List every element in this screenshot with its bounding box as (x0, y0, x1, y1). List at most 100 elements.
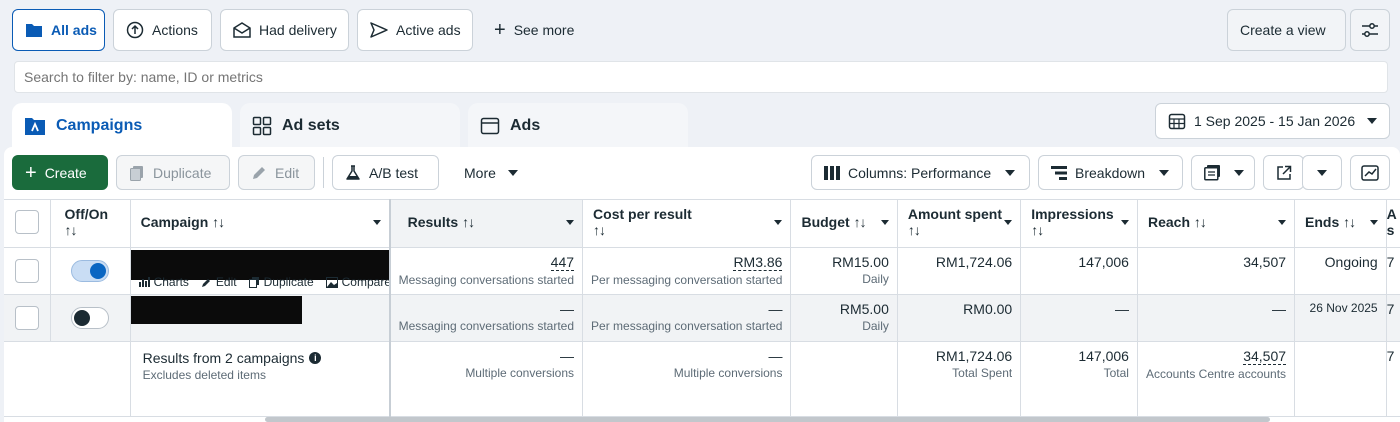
calendar-icon (1168, 113, 1186, 130)
campaign-folder-icon (25, 118, 45, 135)
caret-down-icon (1317, 169, 1327, 176)
toolbar-divider (323, 157, 324, 188)
campaign-toggle[interactable] (71, 260, 110, 282)
table-row[interactable]: Charts Edit Duplicate Compare ··· 447 Me… (4, 247, 1400, 295)
column-menu-icon[interactable] (1120, 220, 1129, 225)
see-more-button[interactable]: + See more (482, 9, 592, 51)
sort-icon: ↑↓ (1031, 222, 1044, 238)
tab-campaigns[interactable]: Campaigns (12, 103, 232, 149)
upload-circle-icon (126, 21, 144, 39)
column-menu-icon[interactable] (1369, 220, 1378, 225)
column-header-impressions[interactable]: Impressions ↑↓ (1020, 199, 1138, 248)
table-header-row: Off/On ↑↓ Campaign ↑↓ Results ↑↓ Cost pe… (4, 199, 1400, 248)
sort-icon: ↑↓ (593, 222, 606, 238)
send-icon (370, 22, 388, 38)
edit-action[interactable]: Edit (201, 275, 237, 289)
ends-value: 26 Nov 2025 (1294, 294, 1387, 342)
tab-ad-sets[interactable]: Ad sets (240, 103, 460, 149)
breakdown-icon (1051, 165, 1067, 180)
sort-icon: ↑↓ (853, 214, 867, 230)
column-header-cost-per-result[interactable]: Cost per result ↑↓ (582, 199, 792, 248)
row-actions: Charts Edit Duplicate Compare ··· (138, 275, 389, 289)
amount-spent-value: RM0.00 (897, 294, 1022, 342)
compare-action[interactable]: Compare (325, 275, 389, 289)
search-input[interactable] (14, 61, 1388, 93)
create-view-button[interactable]: Create a view (1227, 9, 1346, 51)
plus-icon: + (494, 19, 506, 41)
campaign-name-cell: Charts Edit Duplicate Compare ··· (130, 247, 391, 295)
select-all-header (4, 199, 51, 248)
column-menu-icon[interactable] (566, 220, 575, 225)
all-ads-filter[interactable]: All ads (12, 9, 105, 51)
column-header-ends[interactable]: Ends ↑↓ (1294, 199, 1387, 248)
column-menu-icon[interactable] (774, 220, 783, 225)
column-menu-icon[interactable] (372, 220, 381, 225)
column-menu-icon[interactable] (880, 220, 889, 225)
horizontal-scrollbar[interactable] (265, 417, 1270, 422)
row-checkbox[interactable] (14, 306, 39, 330)
edit-button[interactable]: Edit (238, 155, 315, 190)
grid-icon (252, 116, 272, 136)
bar-chart-icon (138, 277, 150, 287)
results-value[interactable]: 447 (550, 254, 575, 271)
column-header-results[interactable]: Results ↑↓ (388, 199, 584, 248)
caret-down-icon (1367, 118, 1378, 124)
copy-icon (130, 165, 143, 181)
duplicate-button[interactable]: Duplicate (116, 155, 230, 190)
active-ads-filter[interactable]: Active ads (357, 9, 473, 51)
view-settings-button[interactable] (1350, 9, 1390, 51)
caret-down-icon (1005, 169, 1016, 176)
flask-icon (346, 164, 360, 180)
ab-test-button[interactable]: A/B test (332, 155, 439, 190)
row-checkbox[interactable] (14, 259, 39, 283)
export-options-dropdown[interactable] (1302, 155, 1342, 190)
sort-icon: ↑↓ (64, 222, 78, 238)
campaign-toggle[interactable] (71, 307, 110, 329)
pencil-icon (253, 166, 265, 179)
breakdown-dropdown[interactable]: Breakdown (1038, 155, 1183, 190)
charts-toggle-button[interactable] (1350, 155, 1390, 190)
column-header-truncated[interactable]: A s (1386, 199, 1400, 248)
had-delivery-filter[interactable]: Had delivery (220, 9, 349, 51)
more-menu[interactable]: More (452, 155, 532, 190)
column-menu-icon[interactable] (1004, 220, 1013, 225)
column-header-campaign[interactable]: Campaign ↑↓ (130, 199, 391, 248)
open-external-icon (1276, 165, 1291, 180)
reports-dropdown[interactable] (1191, 155, 1255, 190)
export-button[interactable] (1263, 155, 1304, 190)
image-compare-icon (325, 276, 338, 288)
caret-down-icon (1234, 169, 1244, 176)
caret-down-icon (507, 169, 518, 176)
impressions-value: — (1020, 294, 1138, 342)
column-header-amount-spent[interactable]: Amount spent ↑↓ (897, 199, 1022, 248)
info-icon[interactable]: i (309, 352, 322, 364)
columns-icon (824, 165, 840, 180)
plus-icon: + (25, 161, 37, 184)
sort-icon: ↑↓ (1343, 214, 1356, 230)
sort-icon: ↑↓ (1193, 214, 1207, 230)
create-button[interactable]: + Create (12, 155, 108, 190)
redacted-campaign-name (130, 296, 302, 324)
campaign-name-cell (130, 294, 391, 342)
column-header-off-on[interactable]: Off/On ↑↓ (50, 199, 131, 248)
summary-row: Results from 2 campaigns i Excludes dele… (4, 341, 1400, 417)
charts-action[interactable]: Charts (138, 275, 189, 289)
cost-value[interactable]: RM3.86 (733, 254, 783, 271)
sort-icon: ↑↓ (462, 214, 475, 230)
sort-icon: ↑↓ (212, 214, 225, 230)
actions-filter[interactable]: Actions (113, 9, 212, 51)
copy-icon (248, 276, 259, 288)
column-menu-icon[interactable] (1278, 220, 1287, 225)
column-header-budget[interactable]: Budget ↑↓ (790, 199, 898, 248)
date-range-picker[interactable]: 1 Sep 2025 - 15 Jan 2026 (1155, 103, 1390, 139)
tab-ads[interactable]: Ads (468, 103, 688, 149)
select-all-checkbox[interactable] (14, 210, 39, 234)
table-row[interactable]: — Messaging conversations started — Per … (4, 294, 1400, 342)
column-header-reach[interactable]: Reach ↑↓ (1137, 199, 1296, 248)
columns-dropdown[interactable]: Columns: Performance (811, 155, 1030, 190)
caret-down-icon (1159, 169, 1170, 176)
line-chart-icon (1361, 164, 1379, 181)
duplicate-action[interactable]: Duplicate (248, 275, 314, 289)
sort-icon: ↑↓ (907, 222, 921, 238)
reach-value: 34,507 (1137, 247, 1296, 295)
